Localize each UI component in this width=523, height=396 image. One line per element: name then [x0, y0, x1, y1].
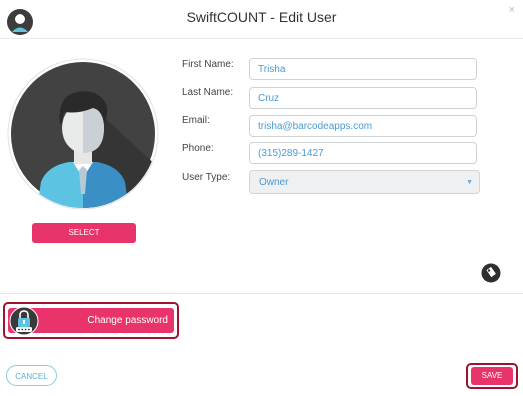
- chevron-down-icon: ▼: [466, 179, 473, 186]
- window-title: SwiftCOUNT - Edit User: [186, 9, 337, 25]
- user-avatar-image: [7, 58, 159, 210]
- user-type-select[interactable]: Owner ▼: [249, 170, 480, 194]
- email-label: Email:: [182, 115, 210, 126]
- title-bar: SwiftCOUNT - Edit User ×: [0, 0, 523, 39]
- last-name-label: Last Name:: [182, 87, 234, 98]
- phone-field[interactable]: (315)289-1427: [249, 142, 477, 164]
- save-button[interactable]: SAVE: [466, 363, 518, 389]
- first-name-label: First Name:: [182, 59, 234, 70]
- phone-label: Phone:: [182, 143, 214, 154]
- user-type-label: User Type:: [182, 172, 231, 183]
- lock-icon: [9, 306, 39, 336]
- tag-icon[interactable]: [481, 263, 501, 283]
- close-icon[interactable]: ×: [509, 4, 515, 16]
- user-type-value: Owner: [259, 177, 289, 188]
- first-name-field[interactable]: Trisha: [249, 58, 477, 80]
- cancel-button[interactable]: CANCEL: [6, 365, 57, 386]
- change-password-button[interactable]: Change password: [3, 302, 179, 339]
- email-field[interactable]: trisha@barcodeapps.com: [249, 115, 477, 137]
- save-button-label: SAVE: [471, 367, 513, 385]
- last-name-field[interactable]: Cruz: [249, 87, 477, 109]
- section-divider: [0, 293, 523, 294]
- select-photo-button[interactable]: SELECT: [32, 223, 136, 243]
